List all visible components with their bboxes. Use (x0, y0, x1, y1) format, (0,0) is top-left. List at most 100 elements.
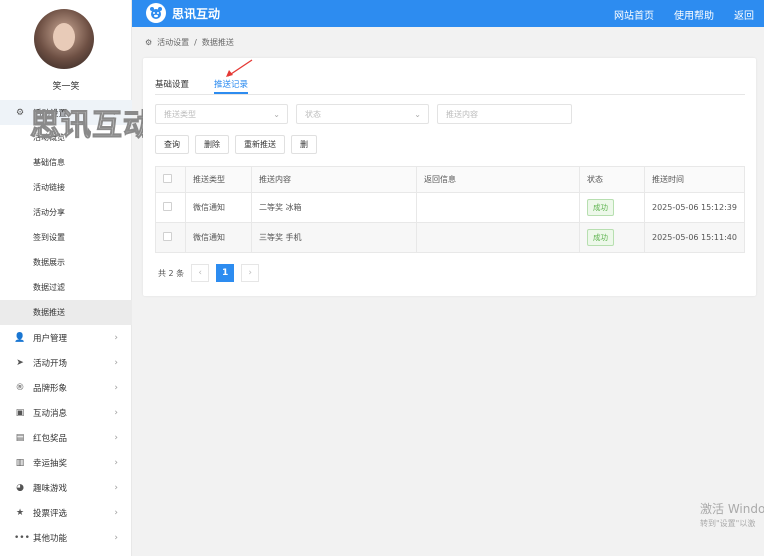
header-push-time: 推送时间 (644, 166, 745, 193)
status-badge: 成功 (587, 199, 614, 216)
chevron-right-icon: › (114, 532, 118, 543)
push-type-placeholder: 推送类型 (164, 109, 196, 119)
sub-item-link[interactable]: 活动链接 (0, 175, 132, 200)
sub-item-checkin[interactable]: 签到设置 (0, 225, 132, 250)
table-row[interactable]: 微信通知 三等奖 手机 成功 2025-05-06 15:11:40 (155, 222, 745, 253)
cell-push-content: 三等奖 手机 (251, 222, 417, 253)
lottery-icon: ▥ (15, 457, 25, 468)
sidebar-item-brand[interactable]: ® 品牌形象 › (0, 375, 132, 400)
annotation-arrow-icon (226, 59, 253, 77)
avatar-face (53, 23, 75, 51)
sidebar-item-user-management[interactable]: 👤 用户管理 › (0, 325, 132, 350)
push-type-select[interactable]: 推送类型 ⌄ (155, 104, 288, 124)
sidebar-item-label: 趣味游戏 (33, 483, 68, 494)
chevron-right-icon: › (114, 407, 118, 418)
breadcrumb-parent[interactable]: 活动设置 (157, 37, 189, 48)
sidebar-item-red-packet[interactable]: ▤ 红包奖品 › (0, 425, 132, 450)
sub-item-share[interactable]: 活动分享 (0, 200, 132, 225)
sidebar-item-lottery[interactable]: ▥ 幸运抽奖 › (0, 450, 132, 475)
chevron-right-icon: › (114, 432, 118, 443)
delete-small-button[interactable]: 删 (291, 135, 317, 154)
sidebar-item-label: 用户管理 (33, 333, 68, 344)
nav-help-link[interactable]: 使用帮助 (674, 7, 714, 22)
content-card: 基础设置 推送记录 推送类型 ⌄ 状态 ⌄ 查询 删除 重新推送 删 推送类型 … (143, 58, 756, 296)
gears-icon: ⚙ (15, 107, 25, 118)
brand-logo[interactable]: 思讯互动 (146, 3, 220, 23)
header-status: 状态 (579, 166, 645, 193)
next-page-button[interactable]: › (241, 264, 260, 282)
windows-activation-title: 激活 Windo (700, 502, 764, 516)
table-row[interactable]: 微信通知 二等奖 冰箱 成功 2025-05-06 15:12:39 (155, 192, 745, 223)
cell-push-type: 微信通知 (185, 222, 252, 253)
message-icon: ▣ (15, 407, 25, 418)
nav-home-link[interactable]: 网站首页 (614, 7, 654, 22)
nav-back-link[interactable]: 返回 (734, 7, 754, 22)
sidebar-item-messages[interactable]: ▣ 互动消息 › (0, 400, 132, 425)
sidebar-menu: ⚙ 活动设置 ⌄ 活动概览 基础信息 活动链接 活动分享 签到设置 数据展示 数… (0, 100, 132, 550)
sidebar-item-label: 活动开场 (33, 358, 68, 369)
header-select-cell (155, 166, 186, 193)
push-content-input[interactable] (437, 104, 572, 124)
pagination-total: 共 2 条 (158, 268, 185, 278)
chevron-right-icon: › (114, 507, 118, 518)
row-checkbox[interactable] (163, 232, 172, 241)
bear-logo-icon (146, 3, 166, 23)
filter-bar: 推送类型 ⌄ 状态 ⌄ (155, 104, 572, 124)
sidebar-item-opening[interactable]: ➤ 活动开场 › (0, 350, 132, 375)
user-shield-icon: 👤 (14, 332, 26, 343)
sidebar-item-label: 其他功能 (33, 533, 68, 544)
chevron-right-icon: › (114, 457, 118, 468)
sub-item-data-push[interactable]: 数据推送 (0, 300, 132, 325)
select-all-checkbox[interactable] (163, 174, 172, 183)
sidebar-item-label: 品牌形象 (33, 383, 68, 394)
cell-push-time: 2025-05-06 15:11:40 (644, 222, 745, 253)
prev-page-button[interactable]: ‹ (191, 264, 210, 282)
table-header-row: 推送类型 推送内容 返回信息 状态 推送时间 (155, 166, 745, 193)
page-1-button[interactable]: 1 (216, 264, 235, 282)
status-select[interactable]: 状态 ⌄ (296, 104, 429, 124)
delete-button[interactable]: 删除 (195, 135, 229, 154)
more-icon: ••• (14, 532, 30, 543)
cell-status: 成功 (579, 222, 645, 253)
header-push-type: 推送类型 (185, 166, 252, 193)
sidebar-item-label: 互动消息 (33, 408, 68, 419)
header-push-content: 推送内容 (251, 166, 417, 193)
chevron-down-icon: ⌄ (273, 109, 280, 119)
sidebar-item-label: 幸运抽奖 (33, 458, 68, 469)
windows-activation-subtitle: 转到"设置"以激 (700, 519, 756, 528)
chevron-down-icon: ⌄ (414, 109, 421, 119)
repush-button[interactable]: 重新推送 (235, 135, 285, 154)
tab-basic-settings[interactable]: 基础设置 (155, 72, 189, 94)
sidebar-item-others[interactable]: ••• 其他功能 › (0, 525, 132, 550)
chevron-right-icon: › (114, 357, 118, 368)
sidebar-item-label: 投票评选 (33, 508, 68, 519)
game-icon: ◕ (16, 482, 24, 493)
breadcrumb-current: 数据推送 (201, 38, 234, 47)
sidebar-item-voting[interactable]: ★ 投票评选 › (0, 500, 132, 525)
row-select-cell (155, 222, 186, 253)
row-select-cell (155, 192, 186, 223)
header-response: 返回信息 (416, 166, 580, 193)
sidebar-item-games[interactable]: ◕ 趣味游戏 › (0, 475, 132, 500)
action-buttons: 查询 删除 重新推送 删 (155, 135, 317, 154)
watermark-logo: 思讯互动 (30, 108, 154, 144)
sidebar: 笑一笑 ⚙ 活动设置 ⌄ 活动概览 基础信息 活动链接 活动分享 签到设置 数据… (0, 0, 132, 556)
row-checkbox[interactable] (163, 202, 172, 211)
query-button[interactable]: 查询 (155, 135, 189, 154)
top-bar: 思讯互动 网站首页 使用帮助 返回 (132, 0, 764, 27)
cell-status: 成功 (579, 192, 645, 223)
sub-item-data-display[interactable]: 数据展示 (0, 250, 132, 275)
push-records-table: 推送类型 推送内容 返回信息 状态 推送时间 微信通知 二等奖 冰箱 成功 20… (155, 166, 745, 253)
username: 笑一笑 (52, 82, 80, 92)
gift-icon: ▤ (15, 432, 25, 443)
top-nav: 网站首页 使用帮助 返回 (614, 7, 754, 22)
sidebar-item-label: 红包奖品 (33, 433, 68, 444)
cell-push-content: 二等奖 冰箱 (251, 192, 417, 223)
cell-response (416, 192, 580, 223)
sub-item-basic-info[interactable]: 基础信息 (0, 150, 132, 175)
avatar[interactable] (34, 9, 94, 69)
sub-item-data-filter[interactable]: 数据过滤 (0, 275, 132, 300)
cell-push-type: 微信通知 (185, 192, 252, 223)
status-placeholder: 状态 (305, 109, 321, 119)
chevron-right-icon: › (114, 332, 118, 343)
